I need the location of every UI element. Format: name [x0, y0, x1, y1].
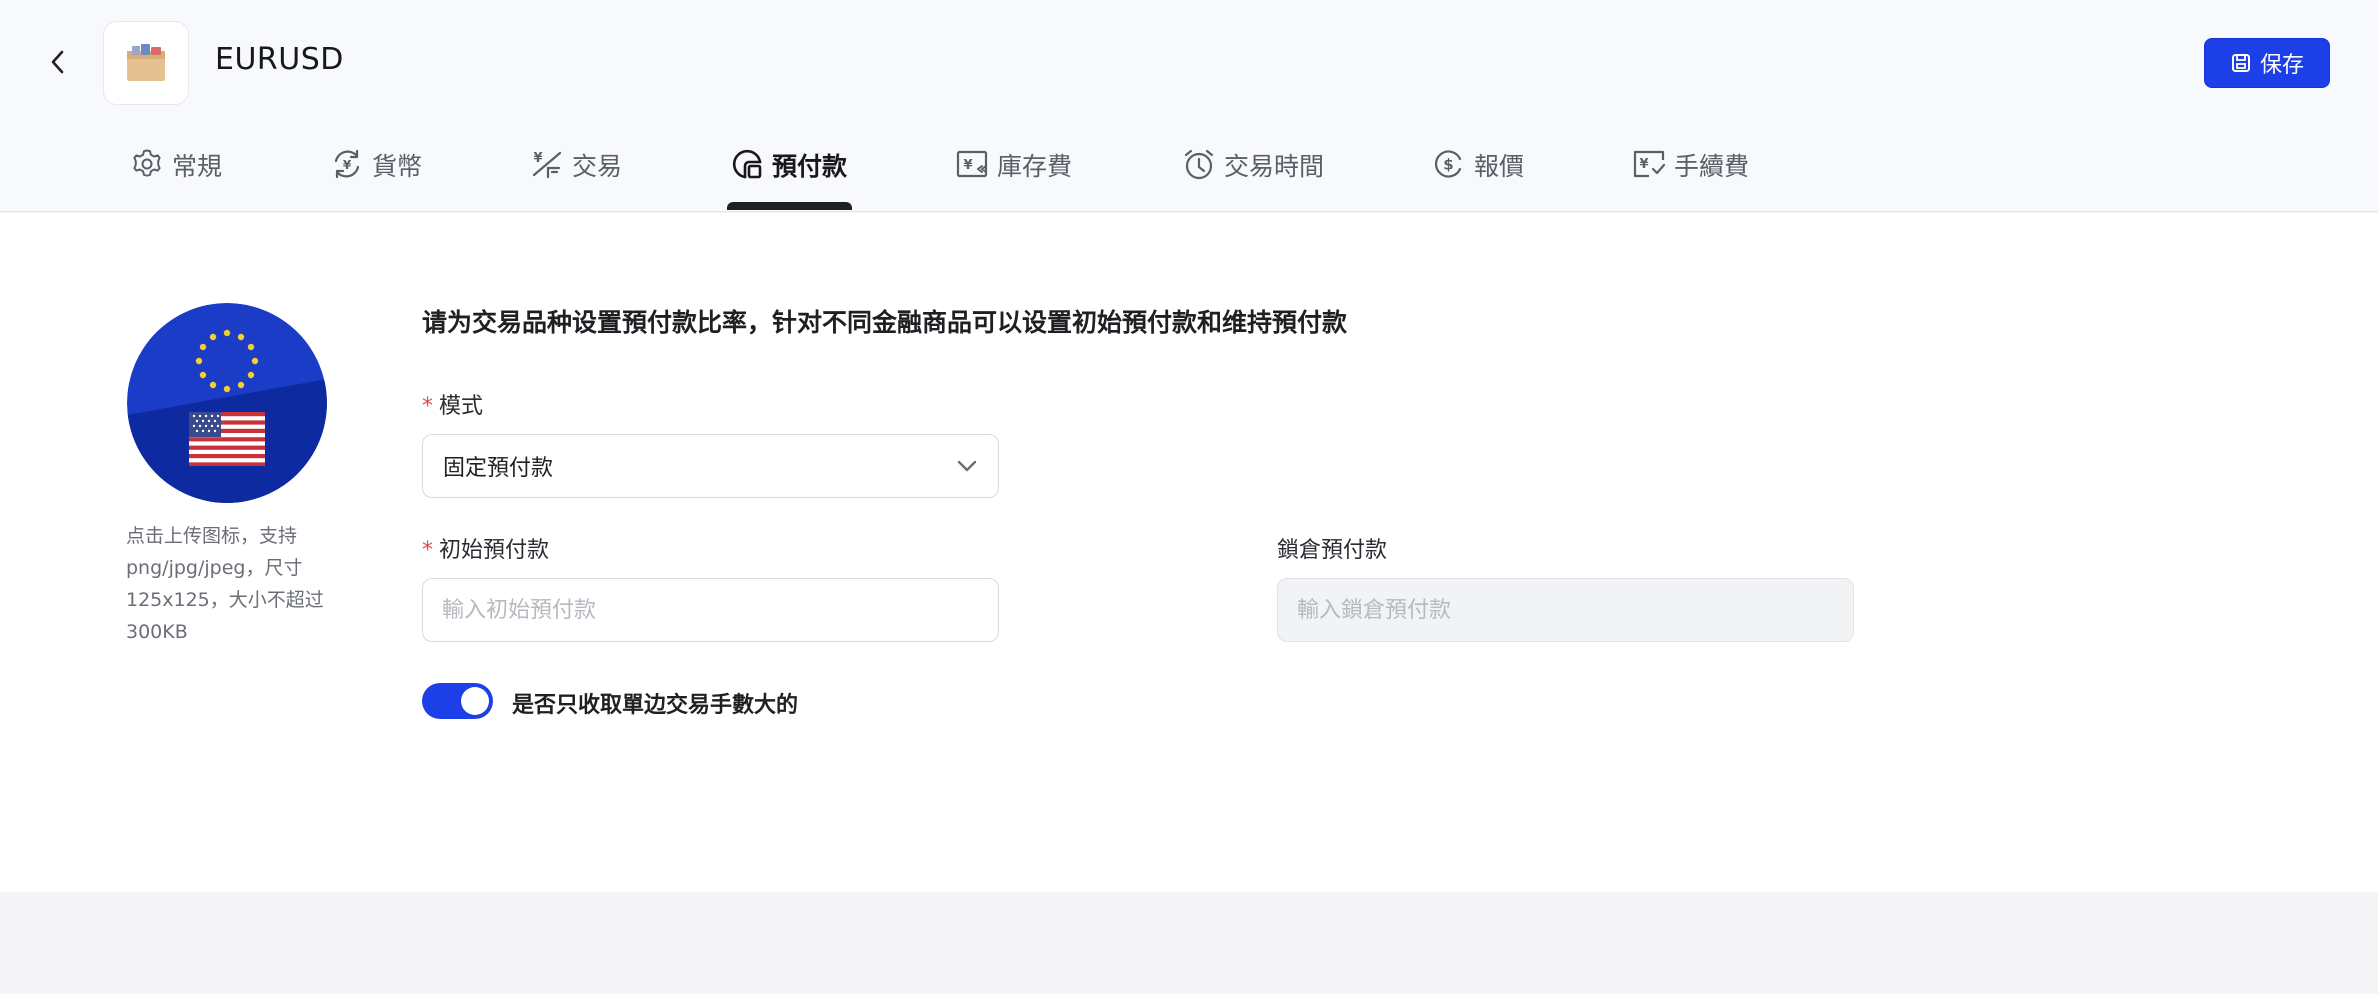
- initial-margin-label-text: 初始預付款: [439, 538, 550, 563]
- tab-margin-label: 預付款: [772, 152, 848, 181]
- tab-currency[interactable]: ¥ 貨幣: [330, 140, 422, 212]
- header: EURUSD 保存 常規 ¥ 貨幣 ¥ 交易 預付款 ¥ 庫存費 交易時間 $ …: [0, 0, 2378, 212]
- clock-icon: [1184, 149, 1214, 180]
- one-side-commission-label: 是否只收取單边交易手數大的: [512, 693, 799, 718]
- one-side-commission-toggle[interactable]: [422, 683, 493, 719]
- upload-hint: 点击上传图标，支持png/jpg/jpeg，尺寸125x125，大小不超过300…: [126, 525, 324, 643]
- tab-quote[interactable]: $ 報價: [1432, 140, 1524, 212]
- box-icon: [127, 44, 165, 81]
- page: EURUSD 保存 常規 ¥ 貨幣 ¥ 交易 預付款 ¥ 庫存費 交易時間 $ …: [0, 0, 2378, 994]
- active-tab-indicator: [727, 202, 852, 210]
- mode-select[interactable]: 固定預付款: [422, 434, 999, 498]
- tab-currency-label: 貨幣: [372, 152, 423, 181]
- symbol-icon-upload[interactable]: [127, 303, 327, 503]
- tab-general-label: 常規: [172, 152, 223, 181]
- mode-label: * 模式: [422, 388, 483, 420]
- tab-commission-label: 手續費: [1674, 152, 1750, 181]
- commission-icon: ¥: [1633, 150, 1666, 178]
- chevron-left-icon: [51, 50, 64, 74]
- svg-text:¥: ¥: [343, 158, 352, 172]
- mode-label-text: 模式: [439, 394, 484, 419]
- svg-text:¥: ¥: [963, 158, 972, 173]
- form-description: 请为交易品种设置預付款比率，针对不同金融商品可以设置初始預付款和维持預付款: [422, 308, 1348, 337]
- svg-text:$: $: [1443, 156, 1453, 174]
- toggle-knob: [461, 687, 489, 715]
- tab-trading-hours-label: 交易時間: [1224, 152, 1325, 181]
- main-content: 点击上传图标，支持png/jpg/jpeg，尺寸125x125，大小不超过300…: [0, 213, 2378, 892]
- tab-swap-label: 庫存費: [997, 152, 1073, 181]
- tab-trade-label: 交易: [572, 152, 623, 181]
- svg-text:¥: ¥: [1639, 157, 1648, 172]
- mode-select-value: 固定預付款: [443, 456, 554, 481]
- margin-icon: [732, 149, 762, 179]
- initial-margin-label: * 初始預付款: [422, 532, 549, 564]
- save-button[interactable]: 保存: [2204, 38, 2330, 88]
- tab-commission[interactable]: ¥ 手續費: [1632, 140, 1749, 212]
- save-icon: [2231, 54, 2250, 72]
- required-marker: *: [422, 394, 433, 419]
- page-title: EURUSD: [215, 42, 344, 77]
- currency-exchange-icon: ¥: [334, 149, 360, 179]
- hedged-margin-input[interactable]: [1277, 578, 1854, 642]
- tab-general[interactable]: 常規: [130, 140, 222, 212]
- tab-trading-hours[interactable]: 交易時間: [1182, 140, 1324, 212]
- eur-usd-flag-icon: [127, 303, 327, 503]
- tab-quote-label: 報價: [1474, 152, 1525, 181]
- tab-bar: 常規 ¥ 貨幣 ¥ 交易 預付款 ¥ 庫存費 交易時間 $ 報價 ¥ 手續費: [0, 140, 2378, 212]
- initial-margin-input[interactable]: [422, 578, 999, 642]
- trade-icon: ¥: [532, 151, 562, 179]
- back-button[interactable]: [40, 44, 76, 80]
- svg-text:¥: ¥: [533, 151, 542, 166]
- gear-icon: [133, 149, 161, 177]
- symbol-logo: [103, 21, 189, 105]
- hedged-margin-label: 鎖倉預付款: [1277, 538, 1388, 563]
- required-marker: *: [422, 538, 433, 563]
- save-button-label: 保存: [2259, 53, 2304, 78]
- dollar-coin-icon: $: [1434, 150, 1462, 178]
- tab-swap[interactable]: ¥ 庫存費: [955, 140, 1072, 212]
- chevron-down-icon: [957, 460, 977, 472]
- tab-trade[interactable]: ¥ 交易: [530, 140, 622, 212]
- swap-icon: ¥: [956, 150, 988, 178]
